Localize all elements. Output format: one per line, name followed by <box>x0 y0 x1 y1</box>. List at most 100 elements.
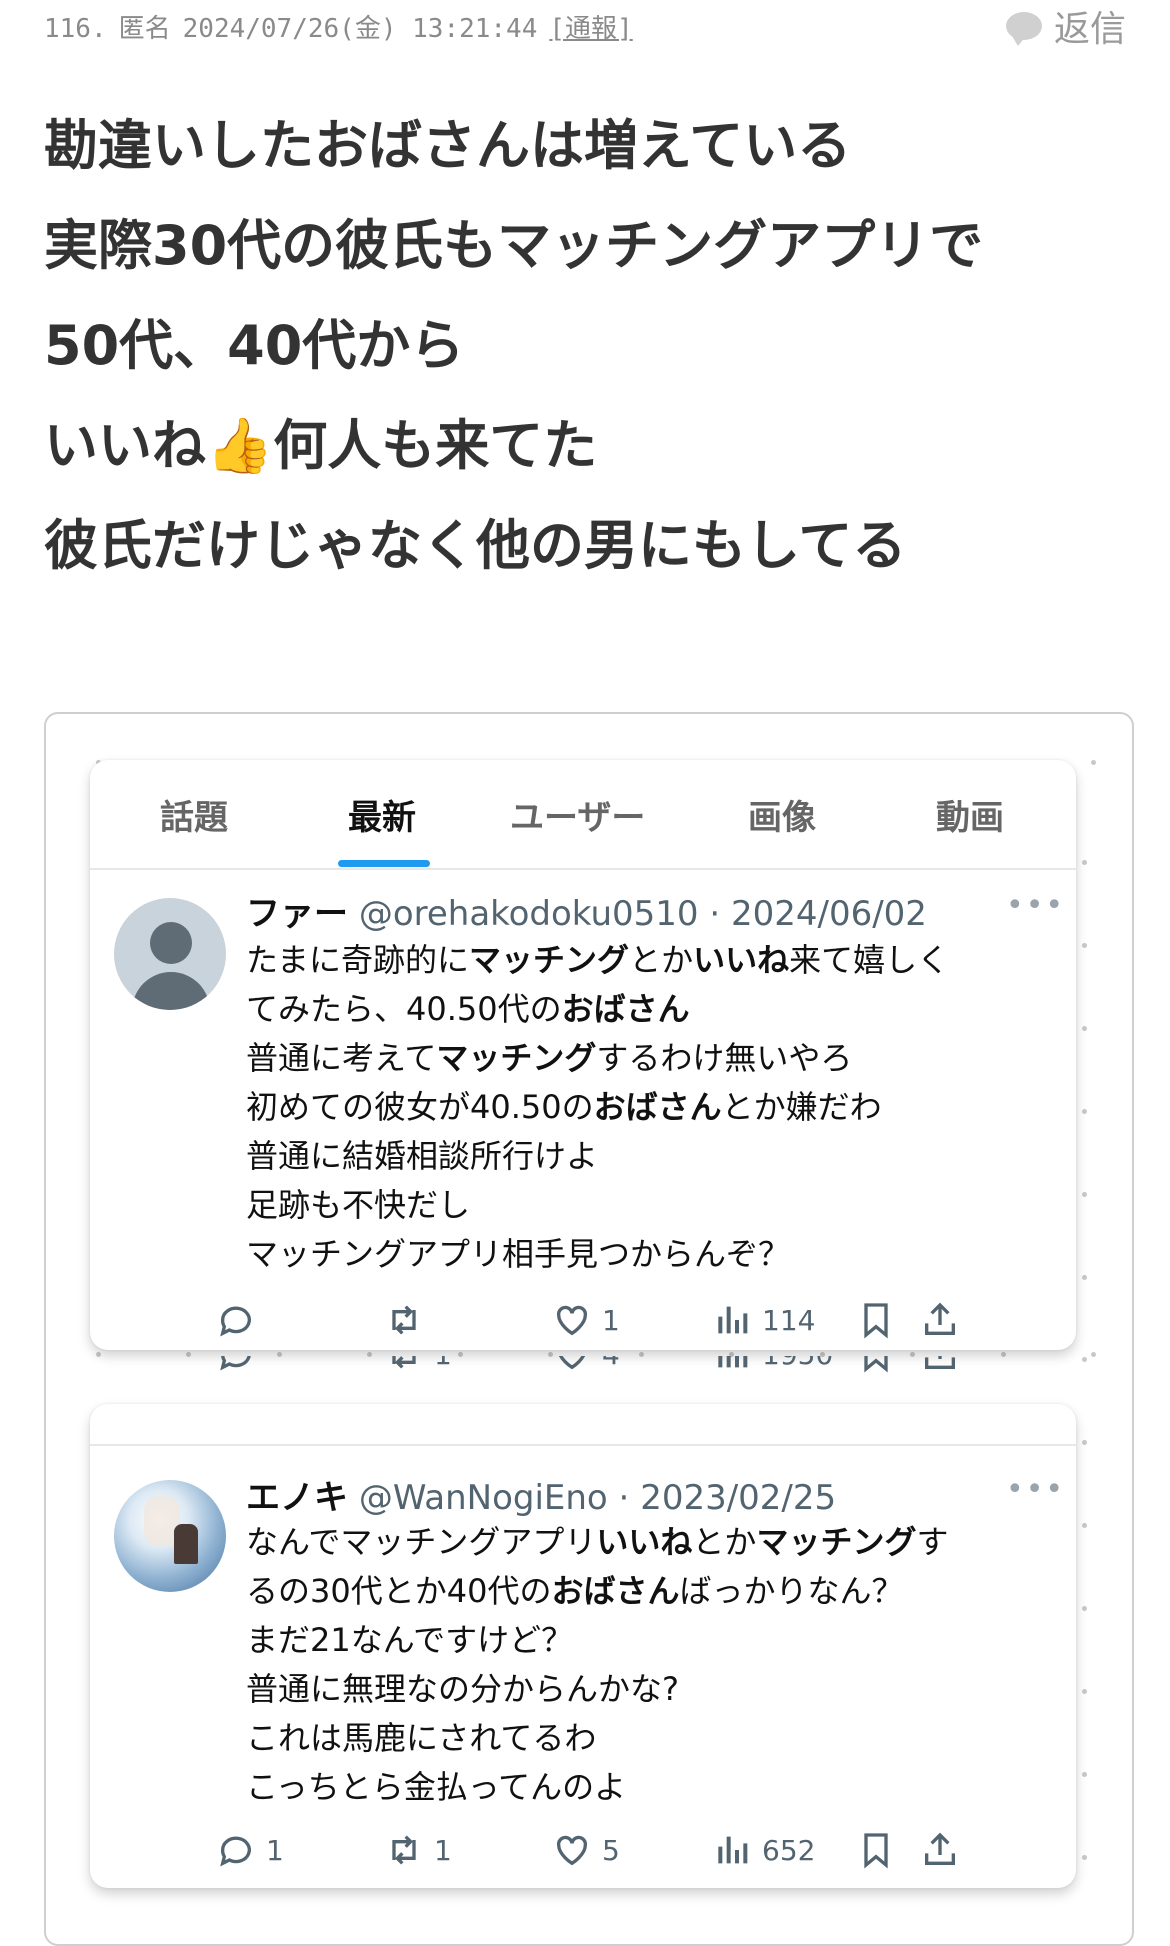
like-count: 5 <box>602 1833 620 1867</box>
tweet-text-segment: マッチングアプリ相手見つからんぞ？ <box>246 1235 791 1273</box>
tweet-text-segment: まだ21なんですけど？ <box>246 1621 574 1659</box>
tweet-header: エノキ @WanNogiEno · 2023/02/25 <box>246 1470 836 1519</box>
bookmark-action[interactable] <box>856 1300 896 1340</box>
retweet-action[interactable]: 1 <box>384 1830 452 1870</box>
tweet-text-segment: とか <box>629 941 694 979</box>
more-options-icon[interactable]: ••• <box>1006 1472 1065 1507</box>
tweet-text: たまに奇跡的にマッチングとかいいね来て嬉しく てみたら、40.50代のおばさん 普通… <box>246 936 949 1279</box>
tab-videos[interactable]: 動画 <box>936 790 1004 839</box>
search-result-card: 話題 最新 ユーザー 画像 動画 ファー @orehakodoku0510 · … <box>90 760 1076 1350</box>
tweet-text-segment: 普通に結婚相談所行けよ <box>246 1137 599 1175</box>
views-action[interactable]: 1950 <box>712 1356 833 1374</box>
highlighted-keyword: マッチング <box>436 1039 597 1077</box>
tweet-text-segment: 足跡も不快だし <box>246 1186 471 1224</box>
post-body: 勘違いしたおばさんは増えている 実際30代の彼氏もマッチングアプリで 50代、4… <box>44 96 1134 596</box>
tweet-text-line: これは馬鹿にされてるわ <box>246 1714 948 1763</box>
tweet-date-separator: · <box>698 894 731 934</box>
tweet-author-name[interactable]: エノキ <box>246 1478 348 1518</box>
bookmark-action[interactable] <box>856 1356 896 1374</box>
reply-icon <box>220 1306 251 1337</box>
highlighted-keyword: おばさん <box>561 990 690 1028</box>
views-action[interactable]: 652 <box>712 1830 815 1870</box>
tweet-author-handle[interactable]: @orehakodoku0510 <box>359 894 699 934</box>
highlighted-keyword: おばさん <box>551 1572 680 1610</box>
tweet-date-separator: · <box>607 1478 641 1518</box>
bookmark-icon <box>864 1356 888 1373</box>
tweet-text-segment: するわけ無いやろ <box>596 1039 853 1077</box>
highlighted-keyword: マッチング <box>756 1523 917 1561</box>
tab-trending[interactable]: 話題 <box>160 790 228 839</box>
views-action[interactable]: 114 <box>712 1300 815 1340</box>
tweet-author-handle[interactable]: @WanNogiEno <box>359 1478 608 1518</box>
bookmark-icon <box>864 1303 888 1339</box>
retweet-action[interactable]: 1 <box>384 1356 452 1374</box>
share-action[interactable] <box>920 1356 960 1374</box>
bookmark-action[interactable] <box>856 1830 896 1870</box>
tweet-text-segment: たまに奇跡的に <box>246 941 470 979</box>
heart-icon <box>558 1356 586 1370</box>
tweet-text-segment: 普通に無理なの分からんかな? <box>246 1670 679 1708</box>
tweet-text-segment: とか嫌だわ <box>721 1088 882 1126</box>
view-count: 114 <box>762 1303 816 1337</box>
tab-latest[interactable]: 最新 <box>348 790 416 839</box>
tweet-text-segment: 来て嬉しく <box>789 941 950 979</box>
more-options-icon[interactable]: ••• <box>1006 888 1065 923</box>
tweet-text-segment: るの30代とか40代の <box>246 1572 552 1610</box>
bookmark-icon <box>864 1833 888 1869</box>
post-number: 116. <box>44 13 107 44</box>
like-action[interactable]: 5 <box>552 1830 620 1870</box>
search-result-card: エノキ @WanNogiEno · 2023/02/25 ••• なんでマッチン… <box>90 1404 1076 1888</box>
views-icon <box>718 1836 748 1864</box>
tab-users[interactable]: ユーザー <box>510 790 645 839</box>
heart-icon <box>556 1305 588 1336</box>
avatar[interactable] <box>114 898 226 1010</box>
default-avatar-body <box>132 972 210 1010</box>
tweet-text-line: 普通に考えてマッチングするわけ無いやろ <box>246 1034 949 1083</box>
retweet-action[interactable] <box>384 1300 434 1340</box>
tweet-header: ファー @orehakodoku0510 · 2024/06/02 <box>246 886 927 935</box>
post-line: 50代、40代から <box>44 314 465 377</box>
tweet-text-segment: 普通に考えて <box>246 1039 437 1077</box>
tweet-author-name[interactable]: ファー <box>246 894 348 934</box>
reply-icon <box>220 1836 251 1867</box>
view-count: 652 <box>762 1833 816 1867</box>
post-line: いいね👍何人も来てた <box>44 414 598 477</box>
tweet-text-line: 普通に無理なの分からんかな? <box>246 1665 948 1714</box>
tab-images[interactable]: 画像 <box>748 790 816 839</box>
like-action[interactable]: 4 <box>552 1356 620 1374</box>
like-count: 4 <box>602 1356 620 1371</box>
reply-action[interactable]: 1 <box>216 1830 284 1870</box>
tweet-text-line: こっちとら金払ってんのよ <box>246 1763 948 1812</box>
share-action[interactable] <box>920 1300 960 1340</box>
reply-count: 1 <box>266 1833 284 1867</box>
like-action[interactable]: 1 <box>552 1300 620 1340</box>
highlighted-keyword: いいね <box>693 941 790 979</box>
retweet-count: 1 <box>434 1833 452 1867</box>
tweet-date[interactable]: 2024/06/02 <box>731 894 927 934</box>
tweet-text-segment: す <box>916 1523 949 1561</box>
partial-tweet-actions: 1 4 1950 <box>90 1356 1076 1396</box>
reply-icon <box>220 1356 251 1371</box>
highlighted-keyword: マッチング <box>469 941 630 979</box>
highlighted-keyword: おばさん <box>593 1088 722 1126</box>
reply-action[interactable] <box>216 1300 266 1340</box>
post-meta: 116. 匿名 2024/07/26(金) 13:21:44 [通報] <box>44 8 645 45</box>
reply-button[interactable]: 返信 <box>1005 0 1126 52</box>
tweet-text-line: たまに奇跡的にマッチングとかいいね来て嬉しく <box>246 936 949 985</box>
reply-action[interactable] <box>216 1356 256 1374</box>
tweet-text-line: マッチングアプリ相手見つからんぞ？ <box>246 1230 949 1279</box>
reply-label: 返信 <box>1053 9 1126 50</box>
tweet-text-segment: なんでマッチングアプリ <box>246 1523 597 1561</box>
tweet-date[interactable]: 2023/02/25 <box>640 1478 836 1518</box>
like-count: 1 <box>602 1303 620 1337</box>
default-avatar-head <box>150 922 192 964</box>
avatar[interactable] <box>114 1480 226 1592</box>
views-icon <box>718 1306 748 1334</box>
tweet-text-segment: とか <box>692 1523 757 1561</box>
post-line: 彼氏だけじゃなく他の男にもしてる <box>44 514 907 577</box>
retweet-icon <box>392 1835 416 1865</box>
report-link[interactable]: [通報] <box>549 14 632 44</box>
tweet-text-line: 普通に結婚相談所行けよ <box>246 1132 949 1181</box>
tweet-text-segment: これは馬鹿にされてるわ <box>246 1719 597 1757</box>
share-action[interactable] <box>920 1830 960 1870</box>
